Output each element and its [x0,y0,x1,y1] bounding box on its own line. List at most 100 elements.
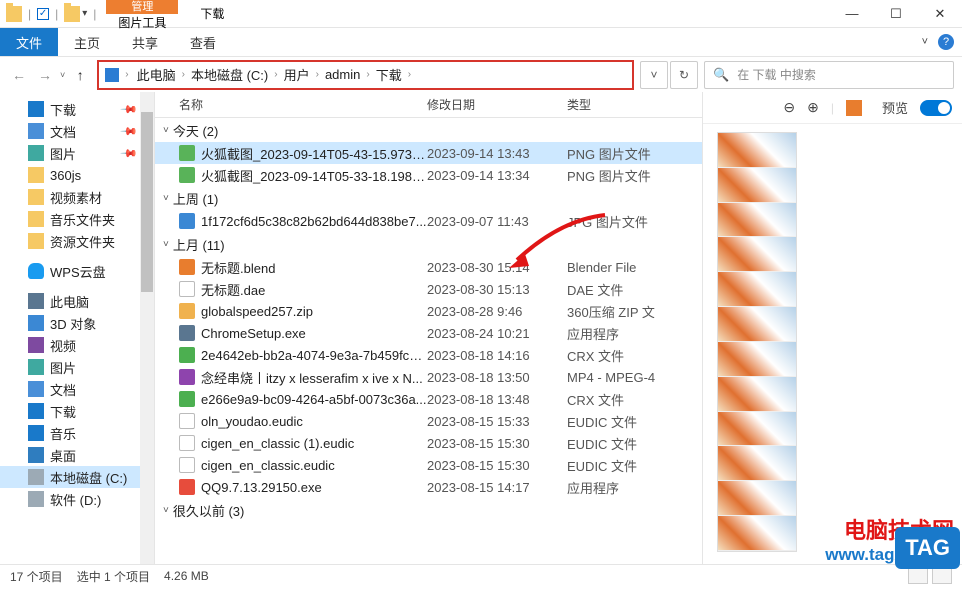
sidebar-item-label: 桌面 [50,446,76,465]
sidebar-pc-item[interactable]: 音乐 [0,422,154,444]
chevron-right-icon[interactable]: › [180,69,187,80]
back-button[interactable]: ← [8,64,30,86]
chevron-right-icon[interactable]: › [314,69,321,80]
options-icon[interactable] [846,100,862,116]
address-dropdown-button[interactable]: ˅ [640,61,668,89]
chevron-right-icon[interactable]: › [272,69,279,80]
tab-file[interactable]: 文件 [0,28,58,56]
file-row[interactable]: cigen_en_classic.eudic2023-08-15 15:30EU… [155,454,702,476]
forward-button[interactable]: → [34,64,56,86]
ribbon-tabs: 文件 主页 共享 查看 图片工具 ˅ ? [0,28,962,56]
sidebar-item-label: 文档 [50,122,76,141]
view-icons-button[interactable] [932,568,952,584]
sidebar-item-wps[interactable]: WPS云盘 [0,260,154,282]
sidebar-pc-item[interactable]: 3D 对象 [0,312,154,334]
breadcrumb-segment[interactable]: 下载 [372,63,406,86]
sidebar-item-thispc[interactable]: 此电脑 [0,290,154,312]
breadcrumb-segment[interactable]: 用户 [280,63,314,86]
sidebar-pc-item[interactable]: 视频 [0,334,154,356]
zoom-in-icon[interactable]: ⊕ [807,99,819,116]
file-row[interactable]: QQ9.7.13.29150.exe2023-08-15 14:17应用程序 [155,476,702,498]
sidebar-pc-item[interactable]: 图片 [0,356,154,378]
minimize-button[interactable]: — [830,0,874,28]
file-date: 2023-09-14 13:34 [427,168,567,183]
up-button[interactable]: ↑ [69,64,91,86]
sidebar-quick-item[interactable]: 文档 📌 [0,120,154,142]
file-row[interactable]: oln_youdao.eudic2023-08-15 15:33EUDIC 文件 [155,410,702,432]
search-input[interactable]: 🔍 在 下载 中搜索 [704,61,954,89]
group-header[interactable]: ˅很久以前 (3) [155,498,702,522]
column-header-name[interactable]: 名称 [179,96,427,113]
tab-share[interactable]: 共享 [116,28,174,56]
status-bar: 17 个项目 选中 1 个项目 4.26 MB [0,564,962,587]
ribbon-collapse-icon[interactable]: ˅ [922,36,928,48]
column-header-type[interactable]: 类型 [567,96,687,113]
sidebar-quick-item[interactable]: 360js [0,164,154,186]
scrollbar-thumb[interactable] [141,112,153,292]
pin-icon: 📌 [120,122,139,141]
sidebar-pc-item[interactable]: 文档 [0,378,154,400]
file-row[interactable]: e266e9a9-bc09-4264-a5bf-0073c36a...2023-… [155,388,702,410]
file-row[interactable]: globalspeed257.zip2023-08-28 9:46360压缩 Z… [155,300,702,322]
close-button[interactable]: ✕ [918,0,962,28]
sidebar-pc-item[interactable]: 软件 (D:) [0,488,154,510]
qat-dropdown-icon[interactable]: ▾ [82,8,87,19]
refresh-button[interactable]: ↻ [670,61,698,89]
file-row[interactable]: 无标题.dae2023-08-30 15:13DAE 文件 [155,278,702,300]
tab-view[interactable]: 查看 [174,28,232,56]
navigation-pane[interactable]: 下载📌 文档 📌图片📌360js视频素材音乐文件夹资源文件夹 WPS云盘 此电脑 3… [0,92,155,564]
view-details-button[interactable] [908,568,928,584]
breadcrumb-segment[interactable]: 此电脑 [133,63,180,86]
sidebar-quick-item[interactable]: 视频素材 [0,186,154,208]
breadcrumb-segment[interactable]: 本地磁盘 (C:) [187,63,272,86]
sidebar-pc-item[interactable]: 下载 [0,400,154,422]
file-row[interactable]: cigen_en_classic (1).eudic2023-08-15 15:… [155,432,702,454]
preview-toggle[interactable] [920,100,952,116]
sidebar-quick-item[interactable]: 资源文件夹 [0,230,154,252]
file-name: cigen_en_classic (1).eudic [201,436,427,451]
file-icon [179,347,195,363]
navigation-bar: ← → ˅ ↑ › 此电脑 › 本地磁盘 (C:) › 用户 › admin ›… [0,56,962,92]
open-folder-icon[interactable] [64,6,80,22]
sidebar-quick-item[interactable]: 图片📌 [0,142,154,164]
help-icon[interactable]: ? [938,34,954,50]
chevron-down-icon: ˅ [163,193,169,204]
maximize-button[interactable]: ☐ [874,0,918,28]
file-row[interactable]: 火狐截图_2023-09-14T05-43-15.973Z...2023-09-… [155,142,702,164]
sidebar-item-label: 下载 [50,100,76,119]
breadcrumb-segment[interactable]: admin [321,65,364,84]
preview-pane: ⊖ ⊕ | 预览 [702,92,962,564]
chevron-right-icon[interactable]: › [406,69,413,80]
chevron-right-icon[interactable]: › [364,69,371,80]
sidebar-quick-item[interactable]: 音乐文件夹 [0,208,154,230]
column-headers[interactable]: 名称 修改日期 类型 [155,92,702,118]
sidebar-pc-item[interactable]: 本地磁盘 (C:) [0,466,154,488]
history-dropdown-icon[interactable]: ˅ [60,70,65,80]
drive-icon [28,469,44,485]
file-row[interactable]: 念经串烧丨itzy x lesserafim x ive x N...2023-… [155,366,702,388]
chevron-down-icon: ˅ [163,239,169,250]
sidebar-quick-item[interactable]: 下载📌 [0,98,154,120]
file-list[interactable]: ˅今天 (2)火狐截图_2023-09-14T05-43-15.973Z...2… [155,118,702,564]
checkbox-icon[interactable]: ✓ [37,8,49,20]
file-type: 应用程序 [567,478,687,497]
addressbar-folder-icon [105,68,119,82]
file-row[interactable]: 2e4642eb-bb2a-4074-9e3a-7b459fc8...2023-… [155,344,702,366]
file-row[interactable]: ChromeSetup.exe2023-08-24 10:21应用程序 [155,322,702,344]
group-header[interactable]: ˅今天 (2) [155,118,702,142]
tab-home[interactable]: 主页 [58,28,116,56]
breadcrumb: 此电脑 › 本地磁盘 (C:) › 用户 › admin › 下载 › [133,63,413,86]
sidebar-scrollbar[interactable] [140,92,154,564]
drive-icon [28,359,44,375]
file-name: 1f172cf6d5c38c82b62bd644d838be7... [201,214,427,229]
group-header[interactable]: ˅上周 (1) [155,186,702,210]
file-row[interactable]: 1f172cf6d5c38c82b62bd644d838be7...2023-0… [155,210,702,232]
address-bar[interactable]: › 此电脑 › 本地磁盘 (C:) › 用户 › admin › 下载 › [97,60,634,90]
sidebar-pc-item[interactable]: 桌面 [0,444,154,466]
group-header[interactable]: ˅上月 (11) [155,232,702,256]
file-row[interactable]: 火狐截图_2023-09-14T05-33-18.198Z...2023-09-… [155,164,702,186]
file-row[interactable]: 无标题.blend2023-08-30 15:14Blender File [155,256,702,278]
zoom-out-icon[interactable]: ⊖ [783,99,795,116]
chevron-right-icon[interactable]: › [125,69,132,80]
column-header-date[interactable]: 修改日期 [427,96,567,113]
